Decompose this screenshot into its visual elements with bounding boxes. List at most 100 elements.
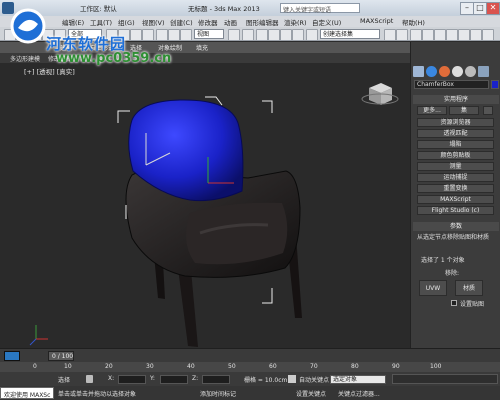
- percent-snap-icon[interactable]: [280, 29, 292, 41]
- menu-item[interactable]: 图形编辑器: [246, 17, 279, 27]
- select-move-icon[interactable]: [156, 29, 168, 41]
- tick-label: 60: [269, 363, 277, 370]
- color-clipboard-button[interactable]: 颜色剪贴板: [417, 151, 494, 160]
- minimize-button[interactable]: –: [460, 2, 474, 15]
- rollout-parameters[interactable]: 参数: [413, 222, 499, 231]
- window-crossing-icon[interactable]: [142, 29, 154, 41]
- display-tab-icon[interactable]: [465, 66, 476, 77]
- layer-manager-icon[interactable]: [410, 29, 422, 41]
- window-title: 无标题 - 3ds Max 2013: [188, 5, 260, 13]
- object-name: ChamferBox: [417, 81, 454, 88]
- hierarchy-tab-icon[interactable]: [439, 66, 450, 77]
- maxscript-listener-field[interactable]: 欢迎使用 MAXSc: [0, 387, 54, 399]
- mirror-icon[interactable]: [384, 29, 396, 41]
- axis-tripod-icon: [29, 325, 48, 346]
- chair-model[interactable]: [0, 63, 410, 348]
- motion-capture-button[interactable]: 运动捕捉: [417, 173, 494, 182]
- material-editor-icon[interactable]: [458, 29, 470, 41]
- tick-label: 80: [351, 363, 359, 370]
- reset-xform-button[interactable]: 重置变换: [417, 184, 494, 193]
- status-bar-top: 选择 X: Y: Z: 栅格 = 10.0cm 自动关键点 选定对象: [0, 372, 500, 386]
- selected-object-value: 选定对象: [333, 376, 358, 383]
- menu-item[interactable]: 视图(V): [142, 17, 165, 27]
- selected-count: 选择了 1 个对象: [421, 257, 465, 264]
- collapse-button[interactable]: 塌陷: [417, 140, 494, 149]
- edit-named-sets-icon[interactable]: [306, 29, 318, 41]
- tick-label: 50: [228, 363, 236, 370]
- spinner-snap-icon[interactable]: [292, 29, 304, 41]
- named-selection-set-combo[interactable]: 创建选择集: [320, 29, 380, 39]
- x-coordinate-field[interactable]: [118, 375, 146, 384]
- z-label: Z:: [192, 375, 199, 382]
- menu-item[interactable]: 创建(C): [170, 17, 193, 27]
- x-label: X:: [108, 375, 115, 382]
- render-frame-icon[interactable]: [482, 29, 494, 41]
- reference-coord-combo[interactable]: 视图: [194, 29, 224, 39]
- select-manipulate-icon[interactable]: [242, 29, 254, 41]
- perspective-match-button[interactable]: 透视匹配: [417, 129, 494, 138]
- asset-browser-button[interactable]: 资源浏览器: [417, 118, 494, 127]
- menu-item[interactable]: 修改器: [198, 17, 218, 27]
- maxscript-button[interactable]: MAXScript: [417, 195, 494, 204]
- set-key-button[interactable]: 设置关键点: [296, 389, 326, 398]
- sets-button[interactable]: 集: [449, 106, 479, 115]
- y-coordinate-field[interactable]: [160, 375, 188, 384]
- autokey-icon[interactable]: [288, 375, 296, 383]
- schematic-view-icon[interactable]: [446, 29, 458, 41]
- selected-object-field[interactable]: 选定对象: [330, 375, 386, 384]
- flight-studio-button[interactable]: Flight Studio (c): [417, 206, 494, 215]
- set-mapping-checkbox[interactable]: [451, 300, 457, 306]
- z-coordinate-field[interactable]: [202, 375, 230, 384]
- angle-snap-icon[interactable]: [268, 29, 280, 41]
- tick-label: 20: [105, 363, 113, 370]
- menu-item[interactable]: MAXScript: [360, 17, 393, 25]
- ribbon-tab[interactable]: 填充: [196, 43, 208, 52]
- menu-item[interactable]: 自定义(U): [312, 17, 341, 27]
- configure-sets-icon[interactable]: [483, 106, 493, 115]
- maximize-button[interactable]: □: [473, 2, 487, 15]
- track-bar[interactable]: 0 10 20 30 40 50 60 70 80 90 100: [0, 362, 500, 372]
- create-tab-icon[interactable]: [413, 66, 424, 77]
- object-name-field[interactable]: ChamferBox: [414, 80, 489, 89]
- utilities-tab-icon[interactable]: [478, 66, 489, 77]
- command-panel: ChamferBox 实用程序 更多... 集 资源浏览器 透视匹配 塌陷 颜色…: [410, 42, 500, 348]
- remove-uvw-button[interactable]: UVW: [419, 280, 447, 296]
- remove-material-button[interactable]: 材质: [455, 280, 483, 296]
- viewcube-icon: [361, 83, 399, 105]
- close-button[interactable]: ✕: [486, 2, 500, 15]
- rollout-utilities[interactable]: 实用程序: [413, 95, 499, 104]
- select-rotate-icon[interactable]: [168, 29, 180, 41]
- align-icon[interactable]: [396, 29, 408, 41]
- menu-item[interactable]: 渲染(R): [284, 17, 307, 27]
- perspective-viewport[interactable]: [0, 63, 410, 348]
- time-slider[interactable]: 0 / 100: [0, 348, 500, 362]
- autokey-button[interactable]: 自动关键点: [299, 375, 329, 384]
- tick-label: 0: [33, 363, 37, 370]
- render-setup-icon[interactable]: [470, 29, 482, 41]
- curve-editor-icon[interactable]: [434, 29, 446, 41]
- pivot-center-icon[interactable]: [228, 29, 240, 41]
- tick-label: 30: [146, 363, 154, 370]
- lock-selection-icon[interactable]: [86, 375, 93, 383]
- more-button[interactable]: 更多...: [417, 106, 447, 115]
- select-scale-icon[interactable]: [180, 29, 192, 41]
- param-description: 从选定节点移除贴图和材质: [417, 234, 490, 241]
- search-field[interactable]: 键入关键字或短语: [280, 3, 360, 14]
- modify-tab-icon[interactable]: [426, 66, 437, 77]
- snap-toggle-icon[interactable]: [256, 29, 268, 41]
- measure-button[interactable]: 测量: [417, 162, 494, 171]
- motion-tab-icon[interactable]: [452, 66, 463, 77]
- prompt-hint: 单击或单击并拖动以选择对象: [58, 391, 137, 398]
- add-time-tag[interactable]: 添加时间标记: [200, 389, 236, 398]
- selected-label: 选择: [58, 377, 71, 384]
- menu-item[interactable]: 动画: [224, 17, 237, 27]
- mini-listener-icon[interactable]: [4, 351, 20, 361]
- welcome-text: 欢迎使用 MAXSc: [4, 392, 51, 399]
- object-color-swatch[interactable]: [491, 80, 499, 89]
- rect-selection-icon[interactable]: [130, 29, 142, 41]
- time-slider-thumb[interactable]: 0 / 100: [48, 351, 74, 361]
- viewport-label[interactable]: [+] [透视] [真实]: [24, 66, 75, 76]
- graphite-toggle-icon[interactable]: [422, 29, 434, 41]
- menu-item[interactable]: 帮助(H): [402, 17, 425, 27]
- key-filters-button[interactable]: 关键点过滤器...: [338, 389, 380, 398]
